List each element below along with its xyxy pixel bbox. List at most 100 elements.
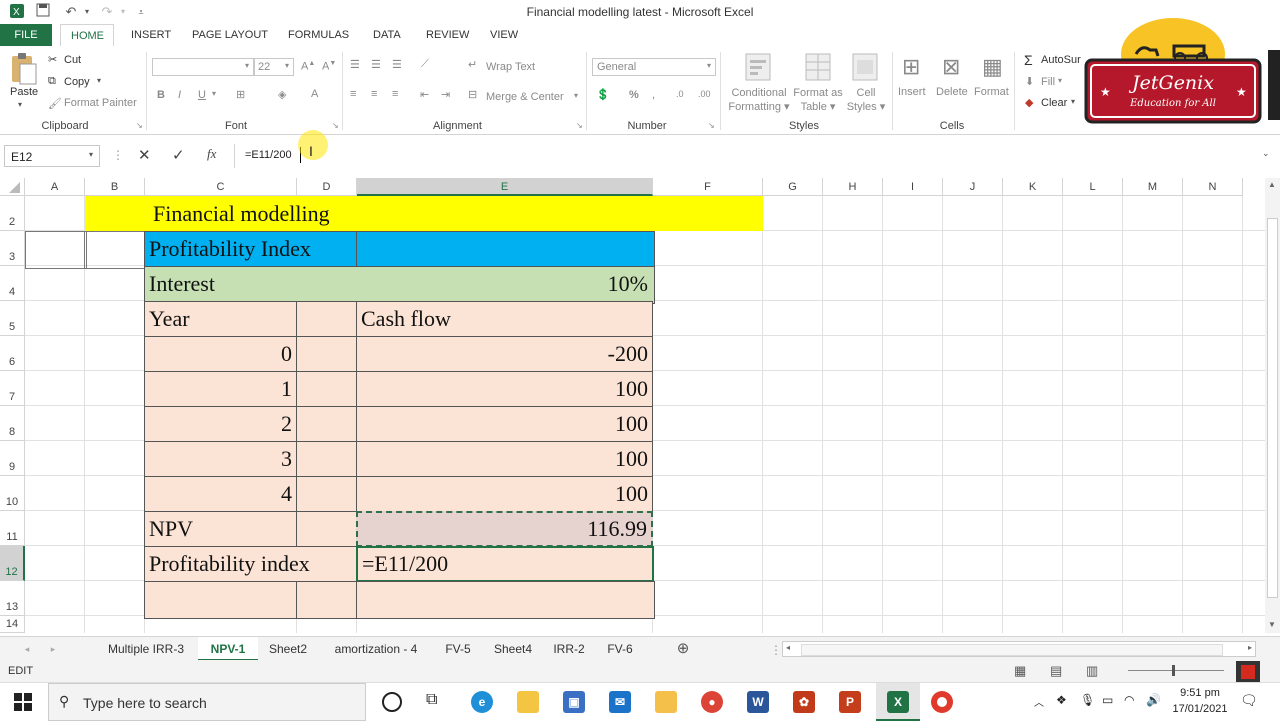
font-size-select[interactable]: 22 ▾ (254, 58, 294, 76)
active-cell-e12[interactable]: =E11/200 (356, 546, 654, 582)
horizontal-scroll-thumb[interactable] (801, 644, 1223, 656)
cut-button[interactable]: Cut (64, 54, 81, 66)
cashflow-cell[interactable]: 100 (356, 441, 653, 477)
insert-cells-button[interactable]: Insert (898, 86, 926, 98)
tab-review[interactable]: REVIEW (416, 24, 479, 46)
number-launcher-icon[interactable]: ↘ (708, 121, 715, 130)
font-color-icon[interactable]: A (311, 88, 318, 100)
paste-button[interactable]: Paste (10, 86, 38, 98)
npv-value-cell[interactable]: 116.99 (356, 511, 653, 547)
align-middle-icon[interactable]: ☰ (371, 58, 381, 71)
column-header-m[interactable]: M (1123, 178, 1183, 196)
tab-split-handle-icon[interactable]: ⋮ (770, 643, 782, 657)
cashflow-cell[interactable]: 100 (356, 406, 653, 442)
scroll-up-icon[interactable]: ▲ (1268, 180, 1276, 189)
sheet-title-cell[interactable]: Financial modelling (85, 196, 763, 231)
year-cell[interactable]: 0 (144, 336, 297, 372)
conditional-formatting-icon[interactable] (744, 52, 772, 85)
volume-icon[interactable]: 🔊 (1146, 693, 1161, 707)
clipboard-launcher-icon[interactable]: ↘ (136, 121, 143, 130)
horizontal-scrollbar[interactable]: ◂ ▸ (782, 641, 1256, 657)
year-cell[interactable]: 1 (144, 371, 297, 407)
column-header-i[interactable]: I (883, 178, 943, 196)
comma-style-icon[interactable]: , (652, 89, 655, 101)
chrome-icon[interactable]: ● (701, 691, 723, 713)
autosum-button[interactable]: AutoSur (1041, 54, 1081, 66)
row-header-13[interactable]: 13 (0, 581, 25, 616)
font-launcher-icon[interactable]: ↘ (332, 121, 339, 130)
row-header-10[interactable]: 10 (0, 476, 25, 511)
interest-label-cell[interactable]: Interest (145, 267, 345, 301)
alignment-launcher-icon[interactable]: ↘ (576, 121, 583, 130)
cell-d9[interactable] (296, 441, 359, 479)
zoom-slider[interactable] (1128, 670, 1224, 671)
tab-page-layout[interactable]: PAGE LAYOUT (182, 24, 278, 46)
store-icon[interactable]: ▣ (563, 691, 585, 713)
cell-e3[interactable] (356, 231, 655, 269)
wifi-icon[interactable]: ◠ (1124, 693, 1134, 707)
column-header-h[interactable]: H (823, 178, 883, 196)
stop-recording-icon[interactable] (1241, 665, 1255, 679)
column-header-f[interactable]: F (653, 178, 763, 196)
section-title-cell[interactable]: Profitability Index (144, 231, 357, 267)
borders-icon[interactable]: ⊞ (236, 88, 245, 101)
powerpoint-icon[interactable]: P (839, 691, 861, 713)
delete-cells-button[interactable]: Delete (936, 86, 968, 98)
align-center-icon[interactable]: ≡ (371, 88, 377, 100)
row-header-4[interactable]: 4 (0, 266, 25, 301)
copy-dropdown-icon[interactable]: ▾ (97, 76, 101, 85)
row-header-11[interactable]: 11 (0, 511, 25, 546)
row-header-8[interactable]: 8 (0, 406, 25, 441)
wrap-text-button[interactable]: Wrap Text (486, 61, 535, 73)
delete-cells-icon[interactable]: ⊠ (942, 54, 960, 80)
interest-value-cell[interactable]: 10% (357, 267, 652, 301)
conditional-formatting-button[interactable]: Conditional Formatting ▾ (724, 86, 794, 114)
microphone-icon[interactable]: 🎙 (1080, 693, 1095, 707)
tab-insert[interactable]: INSERT (121, 24, 181, 46)
row-header-7[interactable]: 7 (0, 371, 25, 406)
cell-d11[interactable] (296, 511, 359, 549)
align-right-icon[interactable]: ≡ (392, 88, 398, 100)
row-header-5[interactable]: 5 (0, 301, 25, 336)
edge-browser-icon[interactable]: e (471, 691, 493, 713)
merge-dropdown-icon[interactable]: ▾ (574, 91, 578, 100)
cell-d6[interactable] (296, 336, 359, 374)
insert-cells-icon[interactable]: ⊞ (902, 54, 920, 80)
pi-label-cell[interactable]: Profitability index (144, 546, 357, 582)
dropbox-icon[interactable]: ❖ (1056, 693, 1067, 707)
format-painter-button[interactable]: Format Painter (64, 97, 137, 109)
new-sheet-icon[interactable]: ⊕ (672, 637, 694, 661)
cell-d8[interactable] (296, 406, 359, 444)
copy-icon[interactable]: ⧉ (48, 75, 56, 88)
cortana-icon[interactable] (382, 692, 402, 712)
scroll-sheets-right-icon[interactable]: ▸ (46, 637, 60, 661)
year-cell[interactable]: 2 (144, 406, 297, 442)
column-header-n[interactable]: N (1183, 178, 1243, 196)
underline-icon[interactable]: U (198, 89, 206, 101)
column-header-k[interactable]: K (1003, 178, 1063, 196)
clear-icon[interactable]: ◆ (1025, 96, 1033, 109)
sheet-tab-sheet4[interactable]: Sheet4 (486, 637, 540, 661)
cell-d10[interactable] (296, 476, 359, 514)
scroll-sheets-left-icon[interactable]: ◂ (20, 637, 34, 661)
cut-icon[interactable]: ✂ (48, 53, 57, 66)
column-header-b[interactable]: B (85, 178, 145, 196)
mail-icon[interactable]: ✉ (609, 691, 631, 713)
sheet-tab-fv-6[interactable]: FV-6 (598, 637, 642, 661)
column-header-j[interactable]: J (943, 178, 1003, 196)
page-break-view-icon[interactable]: ▥ (1086, 663, 1098, 679)
cancel-icon[interactable]: ✕ (138, 146, 151, 164)
row-header-9[interactable]: 9 (0, 441, 25, 476)
bold-icon[interactable]: B (157, 89, 165, 101)
cell-styles-button[interactable]: Cell Styles ▾ (844, 86, 888, 114)
select-all-corner[interactable] (0, 178, 25, 196)
grow-font-icon[interactable]: A▲ (301, 60, 315, 73)
year-cell[interactable]: 4 (144, 476, 297, 512)
page-layout-view-icon[interactable]: ▤ (1050, 663, 1062, 679)
sheet-tab-amortization-4[interactable]: amortization - 4 (322, 637, 430, 661)
show-hidden-icons-icon[interactable]: ︿ (1034, 694, 1044, 709)
paste-icon[interactable] (8, 52, 40, 88)
align-top-icon[interactable]: ☰ (350, 58, 360, 71)
fill-dropdown-icon[interactable]: ▾ (1058, 76, 1062, 85)
column-header-a[interactable]: A (25, 178, 85, 196)
